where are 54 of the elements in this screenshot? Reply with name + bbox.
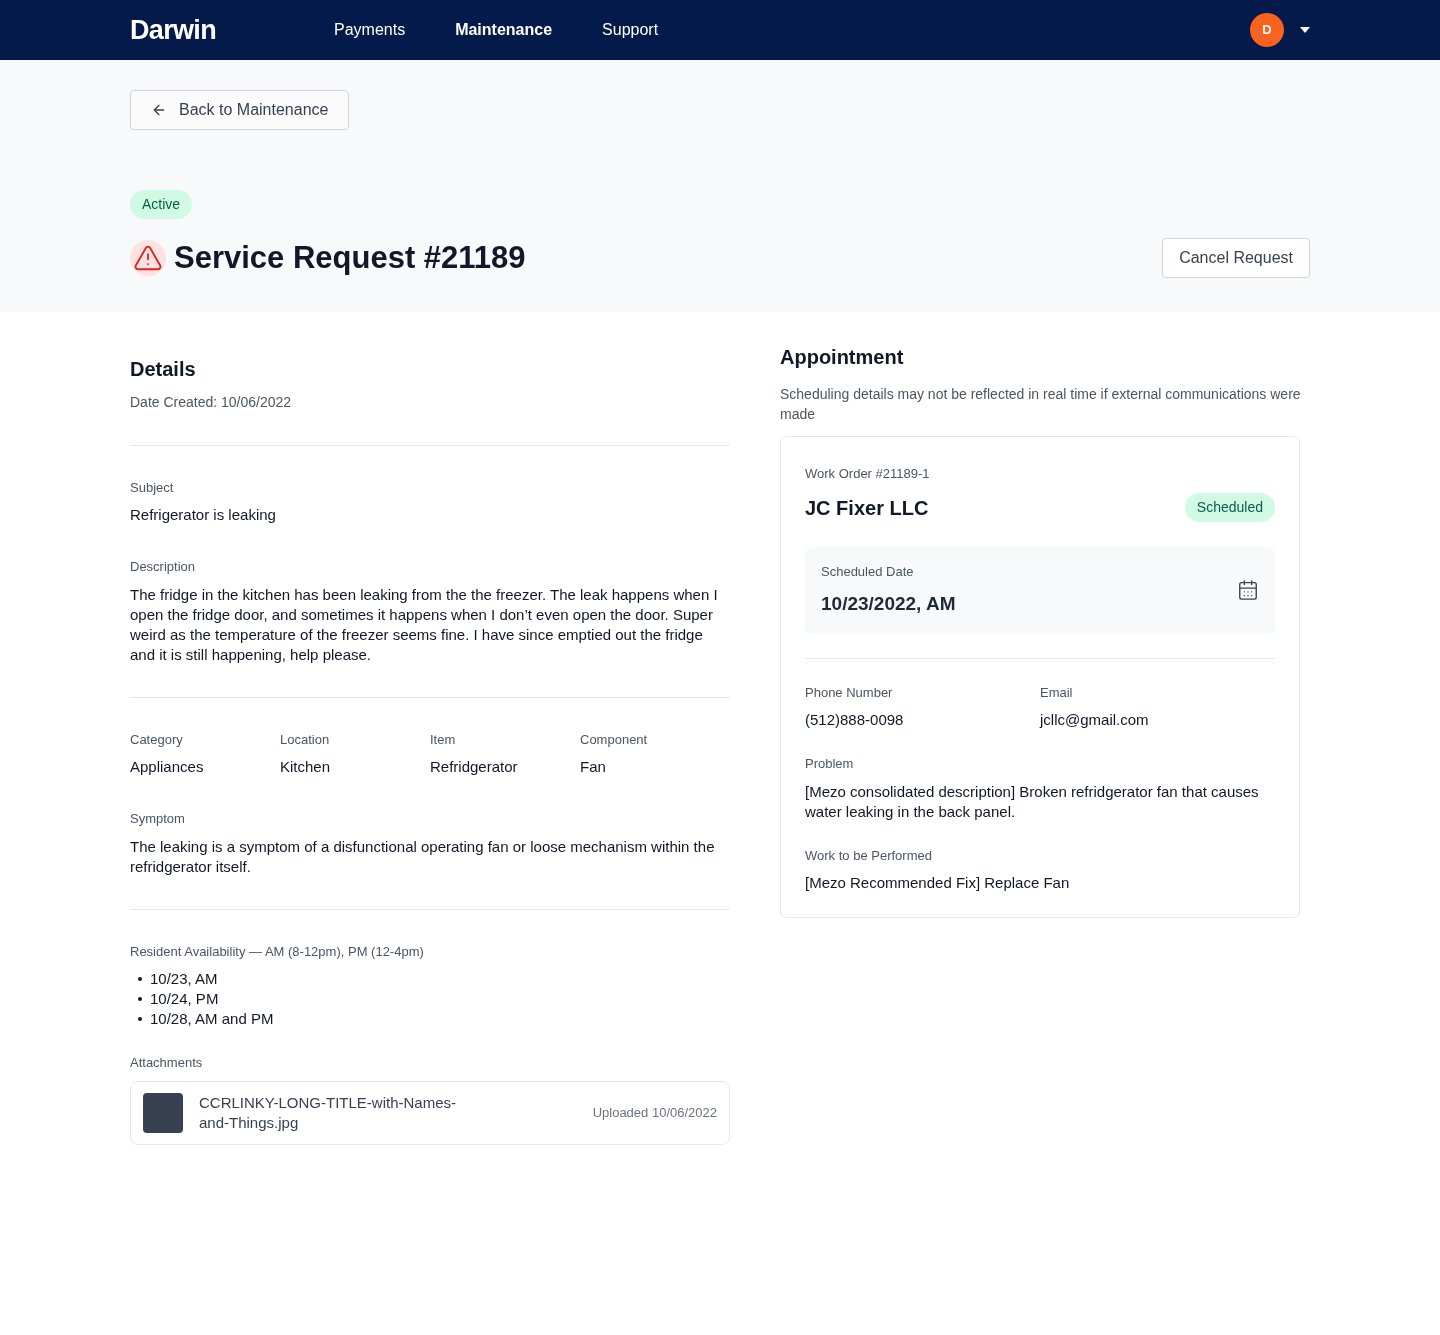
bullet-icon [138, 997, 142, 1001]
field-value: Refridgerator [430, 757, 519, 777]
bullet-icon [138, 1017, 142, 1021]
upload-date: Uploaded 10/06/2022 [592, 1103, 717, 1122]
status-badge: Scheduled [1184, 493, 1275, 522]
status-badge: Active [130, 190, 193, 219]
section-heading: Details [130, 356, 197, 382]
scheduling-note: Scheduling details may not be reflected in real time if external communications were made [780, 384, 1302, 424]
field-value: Fan [580, 757, 607, 777]
field-label: Description [130, 558, 197, 576]
field-value: Refrigerator is leaking [130, 505, 277, 525]
field-label: Item [430, 730, 457, 749]
field-label: Work to be Performed [805, 846, 933, 865]
nav-link[interactable]: Maintenance [455, 18, 553, 42]
field-label: Symptom [130, 810, 186, 828]
field-value: Kitchen [280, 757, 332, 777]
vendor-name: JC Fixer LLC [805, 495, 929, 521]
field-label: Category [130, 730, 184, 749]
warning-icon [130, 240, 166, 277]
field-value: Appliances [130, 757, 205, 777]
field-value: [Mezo Recommended Fix] Replace Fan [805, 873, 1071, 893]
field-value: The leaking is a symptom of a disfunctional operating fan or loose mechanism within the refridgerator itself. [130, 836, 716, 877]
scheduled-date: 10/23/2022, AM [821, 591, 956, 616]
availability-item: 10/23, AM [150, 969, 218, 989]
field-label: Problem [805, 755, 855, 773]
field-value: jcllc@gmail.com [1040, 710, 1150, 730]
field-label: Location [280, 730, 331, 749]
nav-link[interactable]: Support [602, 18, 659, 42]
file-name: CCRLINKY-LONG-TITLE-with-Names-and-Things.jpg [199, 1092, 457, 1133]
date-created: Date Created: 10/06/2022 [130, 392, 293, 412]
nav-link[interactable]: Payments [334, 18, 406, 42]
field-label: Subject [130, 478, 175, 497]
photo-placeholder [143, 1092, 183, 1133]
field-label: Phone Number [805, 683, 894, 702]
availability-item: 10/28, AM and PM [150, 1009, 274, 1029]
calendar-icon[interactable] [1237, 579, 1259, 601]
field-value: (512)888-0098 [805, 710, 905, 730]
field-label: Attachments [130, 1054, 204, 1072]
work-order-number: Work Order #21189-1 [805, 465, 930, 481]
attachment-card[interactable]: CCRLINKY-LONG-TITLE-with-Names-and-Things.jpg Uploaded 10/06/2022 [130, 1080, 730, 1145]
availability-item: 10/24, PM [150, 989, 219, 1009]
field-value: The fridge in the kitchen has been leaking from the the freezer. The leak happens when I open the fridge door, and sometimes it happens when I don’t even open the door. Super weird as the temperature of the freezer seems fine. I have since emptied out the fridge and it is still happening, help please. [130, 584, 719, 665]
field-label: Scheduled Date [821, 563, 915, 581]
section-heading: Appointment [780, 344, 905, 370]
cancel-request-button[interactable]: Cancel Request [1162, 238, 1310, 279]
field-value: [Mezo consolidated description] Broken refridgerator fan that causes water leaking in the back panel. [805, 781, 1260, 822]
field-label: Email [1040, 683, 1074, 702]
field-label: Component [580, 730, 649, 749]
bullet-icon [138, 977, 142, 981]
logo[interactable]: Darwin [130, 9, 334, 51]
caret-icon[interactable] [1300, 27, 1310, 33]
back-button[interactable]: Back to Maintenance [130, 90, 350, 130]
field-label: Resident Availability — AM (8-12pm), PM (12-4pm) [130, 942, 425, 961]
page-title: Service Request #21189 [174, 239, 526, 277]
